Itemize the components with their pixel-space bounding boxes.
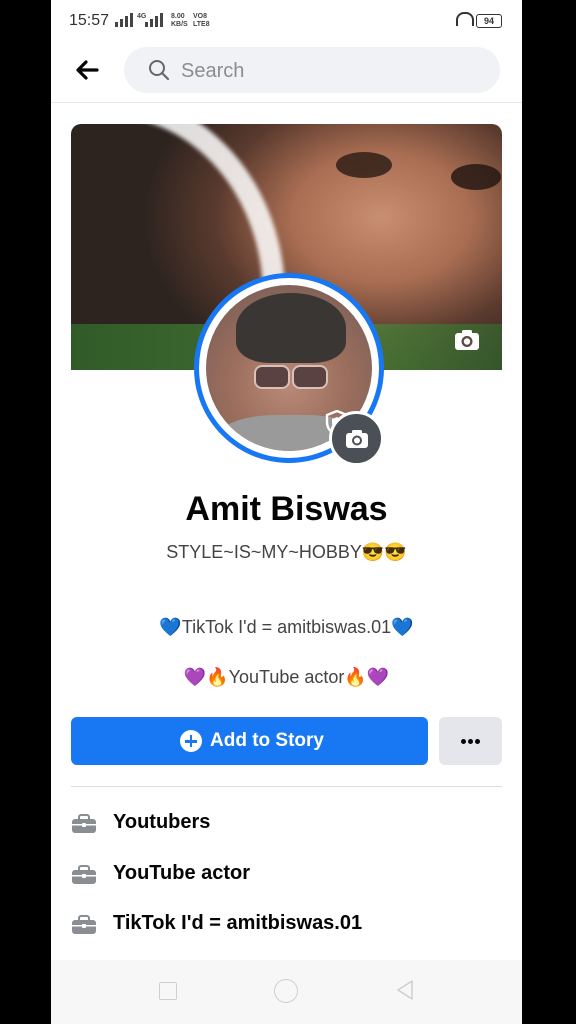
profile-name: Amit Biswas xyxy=(185,490,388,528)
signal-icon-2 xyxy=(145,13,163,27)
add-to-story-label: Add to Story xyxy=(210,730,324,751)
status-bar: 15:57 4G 8.00 KB/S VO8 LTE8 94 xyxy=(51,0,522,42)
search-placeholder: Search xyxy=(181,60,245,82)
back-triangle-icon[interactable] xyxy=(394,979,416,1001)
bio-line-1: 💙TikTok I'd = amitbiswas.01💙 xyxy=(159,617,414,637)
top-bar: Search xyxy=(51,42,522,103)
briefcase-icon xyxy=(72,814,96,833)
battery-icon: 94 xyxy=(476,14,502,28)
info-item-work-1[interactable]: Youtubers xyxy=(71,809,502,839)
net-speed-unit: KB/S xyxy=(171,21,188,28)
bio-line-2: 💜🔥YouTube actor🔥💜 xyxy=(183,667,390,687)
change-profile-picture-button[interactable] xyxy=(329,411,384,466)
divider xyxy=(71,786,502,787)
status-time: 15:57 xyxy=(69,12,110,29)
search-icon xyxy=(149,60,170,81)
recents-button[interactable] xyxy=(159,982,177,1000)
info-item-text: Youtubers xyxy=(113,811,211,833)
system-navigation-bar xyxy=(51,960,522,1024)
briefcase-icon xyxy=(72,865,96,884)
info-item-work-2[interactable]: YouTube actor xyxy=(71,860,502,890)
net-speed: 8.00 xyxy=(171,13,185,20)
briefcase-icon xyxy=(72,915,96,934)
camera-icon xyxy=(346,430,368,448)
info-item-work-3[interactable]: TikTok I'd = amitbiswas.01 xyxy=(71,910,502,940)
add-to-story-button[interactable]: Add to Story xyxy=(71,717,428,765)
lte-label: LTE8 xyxy=(193,21,210,28)
info-item-text: TikTok I'd = amitbiswas.01 xyxy=(113,912,363,934)
volte-label: VO8 xyxy=(193,13,208,20)
info-item-text: YouTube actor xyxy=(113,862,251,884)
signal-icon xyxy=(115,13,133,27)
phone-screen: 15:57 4G 8.00 KB/S VO8 LTE8 94 Search Am… xyxy=(51,0,522,1024)
more-options-button[interactable] xyxy=(439,717,502,765)
headset-icon xyxy=(456,12,474,26)
profile-tagline: STYLE~IS~MY~HOBBY😎😎 xyxy=(166,542,407,562)
plus-circle-icon xyxy=(180,730,202,752)
camera-icon[interactable] xyxy=(452,325,482,355)
home-button[interactable] xyxy=(274,979,298,1003)
search-input[interactable]: Search xyxy=(124,47,500,93)
back-arrow-icon[interactable] xyxy=(71,54,103,86)
